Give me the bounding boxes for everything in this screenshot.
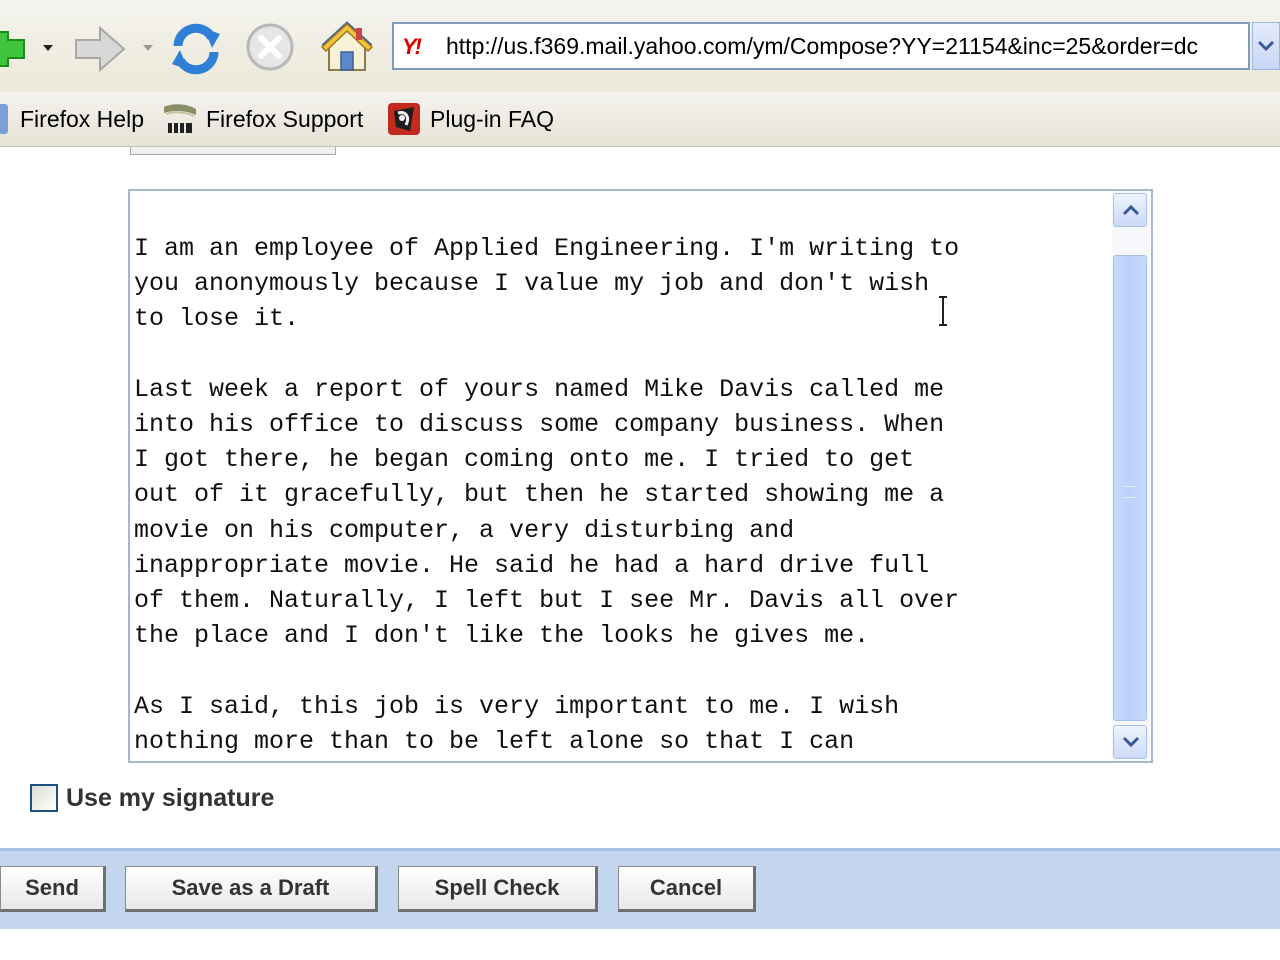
message-body-textarea[interactable]: I am an employee of Applied Engineering.… xyxy=(130,191,1110,761)
previous-field-edge xyxy=(130,147,336,155)
cancel-button[interactable]: Cancel xyxy=(618,866,756,912)
scroll-grip-icon xyxy=(1124,486,1136,498)
signature-option: Use my signature xyxy=(30,781,274,815)
spell-check-button[interactable]: Spell Check xyxy=(398,866,598,912)
scroll-down-button[interactable] xyxy=(1113,725,1147,759)
yahoo-favicon-icon: Y! xyxy=(402,34,422,59)
chevron-down-icon xyxy=(1257,40,1275,52)
navigation-toolbar: Y! http://us.f369.mail.yahoo.com/ym/Comp… xyxy=(0,0,1280,92)
compose-action-bar: Send Save as a Draft Spell Check Cancel xyxy=(0,848,1280,929)
save-draft-button[interactable]: Save as a Draft xyxy=(125,866,378,912)
forward-button[interactable] xyxy=(70,20,130,78)
reload-button[interactable] xyxy=(168,20,224,78)
chevron-down-icon xyxy=(143,45,153,51)
url-input[interactable]: http://us.f369.mail.yahoo.com/ym/Compose… xyxy=(446,24,1246,68)
bookmark-label: Plug-in FAQ xyxy=(430,105,554,132)
bookmark-firefox-support[interactable]: Firefox Support xyxy=(162,92,363,146)
url-bar[interactable]: Y! http://us.f369.mail.yahoo.com/ym/Comp… xyxy=(392,22,1250,70)
home-button[interactable] xyxy=(318,16,376,76)
back-button[interactable] xyxy=(0,20,34,78)
forward-history-dropdown[interactable] xyxy=(140,40,156,56)
text-cursor-icon xyxy=(939,296,947,326)
chevron-down-icon xyxy=(1122,736,1140,748)
compose-page: I am an employee of Applied Engineering.… xyxy=(0,147,1280,960)
zine-icon xyxy=(164,104,196,133)
bookmark-plugin-faq[interactable]: Plug-in FAQ xyxy=(386,92,554,146)
bookmark-firefox-help[interactable]: Firefox Help xyxy=(0,92,144,146)
bookmark-label: Firefox Help xyxy=(20,105,144,132)
stop-button[interactable] xyxy=(244,20,296,78)
use-signature-checkbox[interactable] xyxy=(30,784,58,812)
forward-arrow-icon xyxy=(75,25,126,73)
url-history-dropdown[interactable] xyxy=(1252,22,1280,70)
use-signature-label[interactable]: Use my signature xyxy=(66,784,274,813)
back-arrow-icon xyxy=(0,31,25,67)
bookmarks-toolbar: Firefox Help Firefox Support Plug-in FAQ xyxy=(0,92,1280,147)
home-icon xyxy=(320,21,374,71)
chevron-down-icon xyxy=(43,45,53,51)
message-body-scrollbar[interactable] xyxy=(1112,191,1150,761)
send-button[interactable]: Send xyxy=(0,866,106,912)
chevron-up-icon xyxy=(1122,204,1140,216)
plugin-icon xyxy=(388,103,420,135)
scroll-up-button[interactable] xyxy=(1113,193,1147,227)
stop-icon xyxy=(246,23,294,71)
message-body-frame: I am an employee of Applied Engineering.… xyxy=(128,189,1153,763)
reload-icon xyxy=(172,23,220,75)
bookmark-label: Firefox Support xyxy=(206,105,364,132)
scroll-thumb[interactable] xyxy=(1113,255,1147,721)
back-history-dropdown[interactable] xyxy=(40,40,56,56)
bookmark-folder-icon xyxy=(0,104,8,134)
